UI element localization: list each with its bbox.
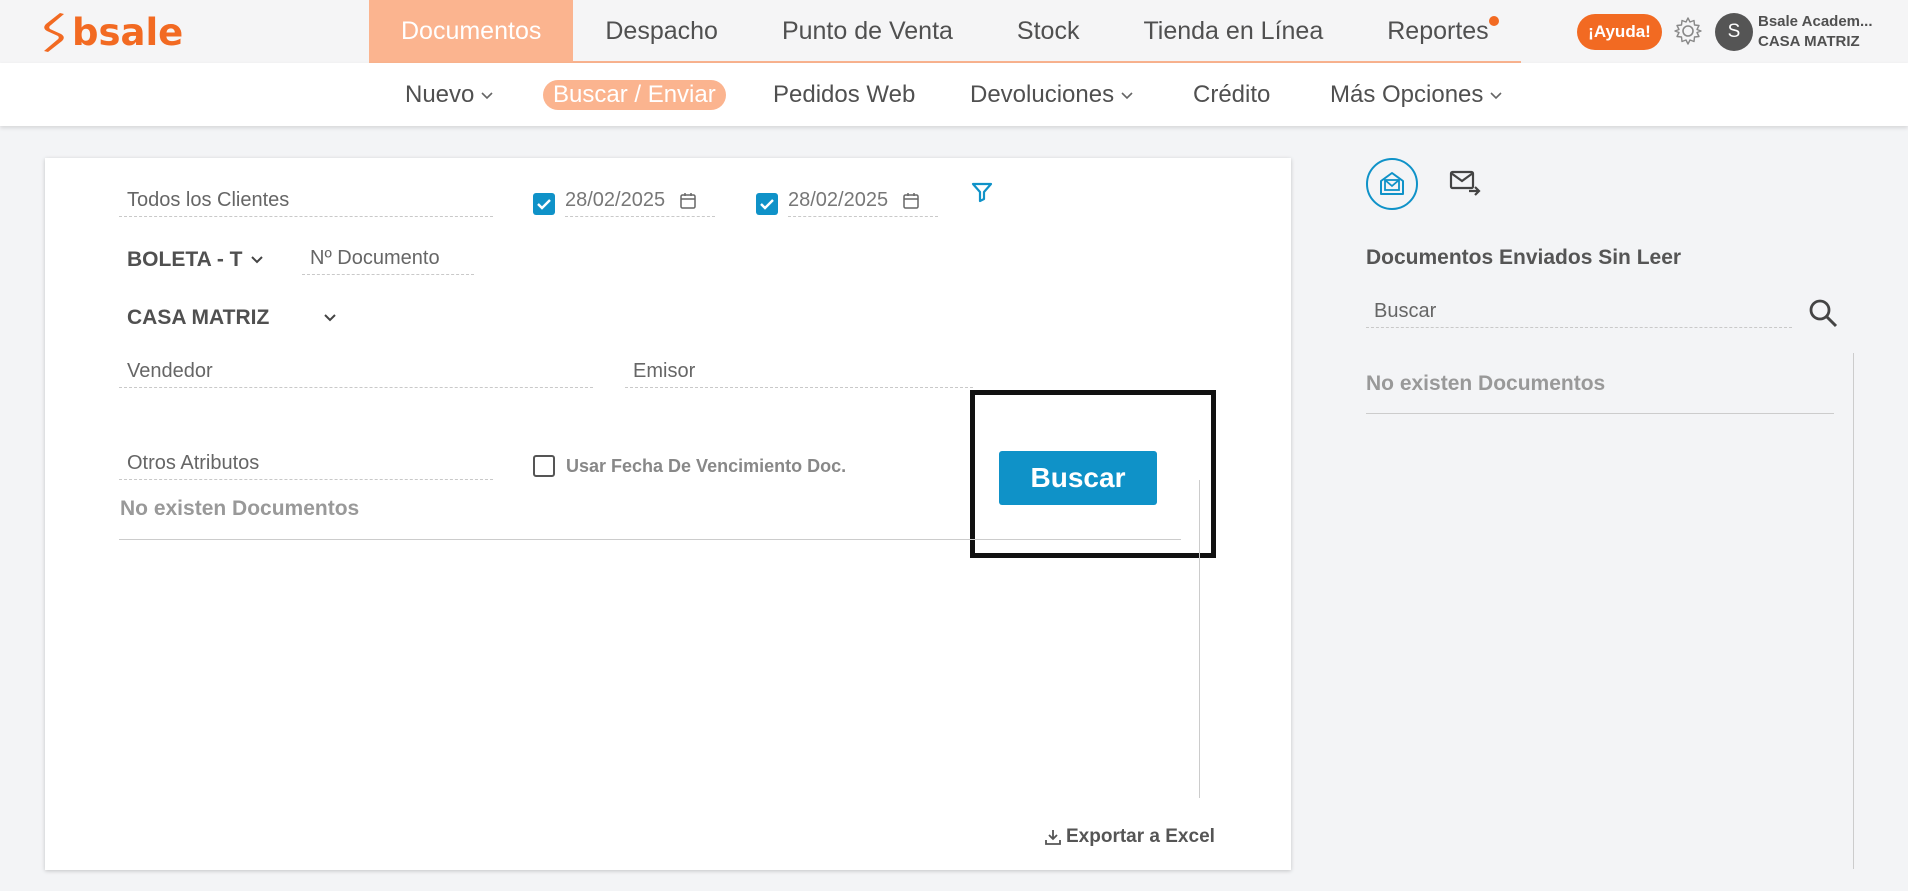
doc-type-value: BOLETA - T (127, 248, 243, 271)
chevron-down-icon (481, 92, 493, 100)
subnav-label: Nuevo (405, 81, 475, 108)
date-to-input[interactable]: 28/02/2025 (788, 185, 938, 217)
calendar-icon[interactable] (902, 192, 920, 210)
subnav-nuevo[interactable]: Nuevo (405, 80, 494, 110)
subnav-mas-opciones[interactable]: Más Opciones (1330, 80, 1503, 110)
date-from-input[interactable]: 28/02/2025 (565, 185, 715, 217)
sidebar-empty-message: No existen Documentos (1366, 372, 1606, 395)
sidebar-search-input[interactable]: Buscar (1366, 296, 1792, 328)
filter-icon[interactable] (970, 180, 994, 204)
date-from-checkbox[interactable] (533, 193, 555, 215)
subnav-pedidos-web[interactable]: Pedidos Web (773, 80, 915, 110)
sub-nav: Nuevo Buscar / Enviar Pedidos Web Devolu… (0, 63, 1908, 126)
brand-name: bsale (72, 10, 184, 54)
user-info[interactable]: Bsale Academ... CASA MATRIZ (1758, 12, 1873, 52)
subnav-label: Devoluciones (970, 81, 1115, 108)
nav-label: Tienda en Línea (1143, 17, 1324, 45)
clients-input[interactable]: Todos los Clientes (119, 185, 493, 217)
results-empty-message: No existen Documentos (120, 497, 360, 520)
export-excel-link[interactable]: Exportar a Excel (1044, 826, 1215, 848)
seller-input[interactable]: Vendedor (119, 356, 593, 388)
results-scrollbar[interactable] (1199, 480, 1200, 798)
issuer-input[interactable]: Emisor (625, 356, 973, 388)
subnav-label: Buscar / Enviar (553, 81, 716, 108)
nav-label: Despacho (605, 17, 718, 45)
search-panel: Todos los Clientes 28/02/2025 28/02/2025… (45, 158, 1291, 870)
date-to-value: 28/02/2025 (788, 189, 889, 211)
download-icon (1045, 830, 1061, 845)
inbox-tab[interactable] (1366, 158, 1418, 210)
main-nav: Documentos Despacho Punto de Venta Stock… (369, 0, 1521, 63)
other-attributes-input[interactable]: Otros Atributos (119, 448, 493, 480)
nav-reportes[interactable]: Reportes (1355, 0, 1520, 63)
chevron-down-icon (324, 314, 336, 322)
chevron-down-icon (251, 256, 264, 264)
calendar-icon[interactable] (679, 192, 697, 210)
nav-documentos[interactable]: Documentos (369, 0, 574, 63)
subnav-devoluciones[interactable]: Devoluciones (970, 80, 1134, 110)
inbox-mail-icon (1380, 172, 1404, 195)
subnav-label: Más Opciones (1330, 81, 1484, 108)
chevron-down-icon (1121, 92, 1133, 100)
top-bar: bsale Documentos Despacho Punto de Venta… (0, 0, 1908, 63)
export-label: Exportar a Excel (1066, 826, 1215, 847)
bsale-logo-icon (44, 13, 64, 52)
highlight-box (970, 390, 1216, 558)
use-due-date-checkbox[interactable] (533, 455, 555, 477)
nav-punto-de-venta[interactable]: Punto de Venta (750, 0, 985, 63)
subnav-credito[interactable]: Crédito (1193, 80, 1270, 110)
notification-dot (1488, 16, 1499, 26)
subnav-label: Crédito (1193, 81, 1271, 108)
results-divider (119, 539, 1181, 540)
search-icon[interactable] (1807, 297, 1839, 329)
nav-label: Stock (1016, 17, 1080, 45)
date-from-value: 28/02/2025 (565, 189, 666, 211)
sidebar-divider (1366, 413, 1834, 414)
doc-type-select[interactable]: BOLETA - T (127, 248, 264, 272)
nav-tienda-en-linea[interactable]: Tienda en Línea (1111, 0, 1355, 63)
check-icon (537, 199, 551, 210)
subnav-buscar-enviar[interactable]: Buscar / Enviar (543, 80, 726, 110)
sidebar-scrollbar[interactable] (1853, 353, 1854, 869)
branch-select[interactable]: CASA MATRIZ (127, 306, 337, 330)
nav-stock[interactable]: Stock (985, 0, 1112, 63)
sent-mail-icon[interactable] (1448, 166, 1482, 200)
date-to-checkbox[interactable] (756, 193, 778, 215)
branch-value: CASA MATRIZ (127, 306, 270, 329)
doc-number-input[interactable]: Nº Documento (302, 243, 474, 275)
nav-label: Punto de Venta (781, 17, 953, 45)
user-branch: CASA MATRIZ (1758, 33, 1860, 50)
help-button[interactable]: ¡Ayuda! (1577, 14, 1662, 50)
sidebar-title: Documentos Enviados Sin Leer (1366, 246, 1682, 269)
nav-label: Reportes (1387, 17, 1489, 45)
avatar[interactable]: S (1715, 13, 1753, 51)
user-name: Bsale Academ... (1758, 13, 1873, 30)
nav-label: Documentos (401, 17, 542, 45)
subnav-label: Pedidos Web (773, 81, 916, 108)
gear-icon[interactable] (1672, 15, 1704, 47)
use-due-date-label: Usar Fecha De Vencimiento Doc. (566, 456, 847, 476)
bsale-logo[interactable]: bsale (38, 10, 183, 54)
nav-despacho[interactable]: Despacho (573, 0, 750, 63)
chevron-down-icon (1490, 92, 1502, 100)
check-icon (760, 199, 774, 210)
